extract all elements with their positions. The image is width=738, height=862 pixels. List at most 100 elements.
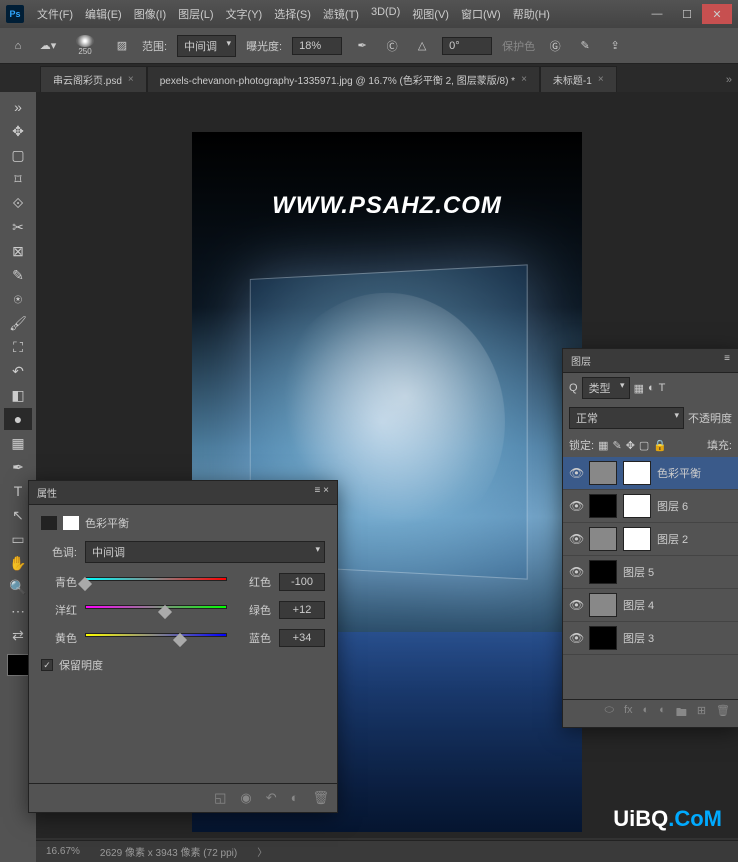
layer-row[interactable]: 👁 图层 3 bbox=[563, 622, 738, 655]
mask-add-icon[interactable]: ◐ bbox=[643, 704, 650, 723]
menu-image[interactable]: 图像(I) bbox=[129, 3, 171, 25]
share-icon[interactable]: ⇪ bbox=[605, 36, 625, 56]
layer-name[interactable]: 图层 4 bbox=[623, 597, 654, 613]
layer-thumbnail[interactable] bbox=[589, 560, 617, 584]
preserve-luminosity-checkbox[interactable]: ✓ bbox=[41, 659, 53, 671]
panel-menu-icon[interactable]: ≡ bbox=[724, 353, 730, 368]
lock-artboard-icon[interactable]: ▢ bbox=[639, 439, 649, 452]
doc-tab-1[interactable]: pexels-chevanon-photography-1335971.jpg … bbox=[147, 66, 540, 92]
adjustment-add-icon[interactable]: ◐ bbox=[659, 704, 666, 723]
layer-name[interactable]: 色彩平衡 bbox=[657, 465, 701, 481]
delete-layer-icon[interactable]: 🗑 bbox=[716, 704, 730, 723]
menu-select[interactable]: 选择(S) bbox=[269, 3, 316, 25]
layer-name[interactable]: 图层 2 bbox=[657, 531, 688, 547]
doc-tab-2[interactable]: 未标题-1× bbox=[540, 66, 617, 92]
layer-thumbnail[interactable] bbox=[589, 527, 617, 551]
reset-icon[interactable]: ↶ bbox=[266, 790, 277, 806]
menu-window[interactable]: 窗口(W) bbox=[456, 3, 506, 25]
slider-2[interactable] bbox=[85, 633, 227, 643]
minimize-button[interactable]: — bbox=[642, 4, 672, 24]
eyedropper-tool[interactable]: ✎ bbox=[4, 264, 32, 286]
slider-1[interactable] bbox=[85, 605, 227, 615]
close-icon[interactable]: × bbox=[598, 74, 604, 85]
delete-icon[interactable]: 🗑 bbox=[312, 790, 329, 806]
visibility-icon[interactable]: 👁 bbox=[569, 466, 583, 480]
layer-thumbnail[interactable] bbox=[589, 626, 617, 650]
lasso-tool[interactable]: ⌑ bbox=[4, 168, 32, 190]
close-icon[interactable]: × bbox=[521, 74, 527, 85]
link-icon[interactable]: ⬭ bbox=[605, 704, 614, 723]
blend-mode-dropdown[interactable]: 正常 bbox=[569, 407, 684, 429]
layer-mask-thumbnail[interactable] bbox=[623, 527, 651, 551]
move-tool[interactable]: ✥ bbox=[4, 120, 32, 142]
lock-paint-icon[interactable]: ✎ bbox=[612, 439, 621, 452]
fx-icon[interactable]: fx bbox=[624, 704, 633, 723]
filter-type-icon[interactable]: T bbox=[659, 382, 666, 394]
slider-value-field[interactable]: -100 bbox=[279, 573, 325, 591]
brush-preview[interactable]: 250 bbox=[68, 34, 102, 58]
search-icon[interactable]: Q bbox=[569, 382, 578, 394]
foreground-color[interactable] bbox=[7, 654, 29, 676]
layer-row[interactable]: 👁 色彩平衡 bbox=[563, 457, 738, 490]
slider-0[interactable] bbox=[85, 577, 227, 587]
clip-icon[interactable]: ◱ bbox=[214, 790, 226, 806]
panel-menu-icon[interactable]: ≡ × bbox=[315, 485, 329, 500]
close-button[interactable]: ✕ bbox=[702, 4, 732, 24]
layer-thumbnail[interactable] bbox=[589, 461, 617, 485]
tool-preset-icon[interactable]: ☁▾ bbox=[38, 36, 58, 56]
layer-thumbnail[interactable] bbox=[589, 593, 617, 617]
angle-field[interactable]: 0° bbox=[442, 37, 492, 55]
slider-value-field[interactable]: +34 bbox=[279, 629, 325, 647]
tone-dropdown[interactable]: 中间调 bbox=[85, 541, 325, 563]
slider-value-field[interactable]: +12 bbox=[279, 601, 325, 619]
layer-name[interactable]: 图层 3 bbox=[623, 630, 654, 646]
layer-mask-thumbnail[interactable] bbox=[623, 461, 651, 485]
layer-row[interactable]: 👁 图层 6 bbox=[563, 490, 738, 523]
visibility-icon[interactable]: 👁 bbox=[569, 532, 583, 546]
history-brush-tool[interactable]: ↶ bbox=[4, 360, 32, 382]
healing-tool[interactable]: ⍟ bbox=[4, 288, 32, 310]
menu-file[interactable]: 文件(F) bbox=[32, 3, 78, 25]
quick-select-tool[interactable]: ⟐ bbox=[4, 192, 32, 214]
filter-type-dropdown[interactable]: 类型 bbox=[582, 377, 630, 399]
exposure-field[interactable]: 18% bbox=[292, 37, 342, 55]
marquee-tool[interactable]: ▢ bbox=[4, 144, 32, 166]
close-icon[interactable]: × bbox=[128, 74, 134, 85]
pen-tool[interactable]: ✒ bbox=[4, 456, 32, 478]
layer-row[interactable]: 👁 图层 5 bbox=[563, 556, 738, 589]
menu-edit[interactable]: 编辑(E) bbox=[80, 3, 127, 25]
sym-icon[interactable]: ✎ bbox=[575, 36, 595, 56]
stamp-tool[interactable]: ⛶ bbox=[4, 336, 32, 358]
layer-name[interactable]: 图层 5 bbox=[623, 564, 654, 580]
toggle-vis-icon[interactable]: ◐ bbox=[291, 790, 299, 806]
gradient-tool[interactable]: ▦ bbox=[4, 432, 32, 454]
zoom-level[interactable]: 16.67% bbox=[46, 846, 80, 857]
visibility-icon[interactable]: 👁 bbox=[569, 598, 583, 612]
new-layer-icon[interactable]: ⊞ bbox=[697, 704, 706, 723]
expand-icon[interactable]: » bbox=[4, 96, 32, 118]
home-icon[interactable]: ⌂ bbox=[8, 36, 28, 56]
lock-transparent-icon[interactable]: ▦ bbox=[598, 439, 608, 452]
airbrush-icon[interactable]: ✒ bbox=[352, 36, 372, 56]
tab-overflow-icon[interactable]: » bbox=[720, 68, 738, 92]
lock-pos-icon[interactable]: ✥ bbox=[626, 439, 635, 452]
visibility-icon[interactable]: 👁 bbox=[569, 499, 583, 513]
layer-thumbnail[interactable] bbox=[589, 494, 617, 518]
doc-tab-0[interactable]: 串云阁彩页.psd× bbox=[40, 66, 147, 92]
brush-tool[interactable]: 🖌 bbox=[4, 312, 32, 334]
layer-name[interactable]: 图层 6 bbox=[657, 498, 688, 514]
crop-tool[interactable]: ✂ bbox=[4, 216, 32, 238]
menu-type[interactable]: 文字(Y) bbox=[221, 3, 268, 25]
protect-tone-label[interactable]: 保护色 bbox=[502, 38, 535, 54]
layer-row[interactable]: 👁 图层 4 bbox=[563, 589, 738, 622]
group-icon[interactable]: 🖿 bbox=[676, 704, 687, 723]
layer-mask-thumbnail[interactable] bbox=[623, 494, 651, 518]
pressure-icon[interactable]: Ⓒ bbox=[382, 36, 402, 56]
visibility-icon[interactable]: 👁 bbox=[569, 631, 583, 645]
frame-tool[interactable]: ⊠ bbox=[4, 240, 32, 262]
menu-layer[interactable]: 图层(L) bbox=[173, 3, 218, 25]
menu-filter[interactable]: 滤镜(T) bbox=[318, 3, 364, 25]
eraser-tool[interactable]: ◧ bbox=[4, 384, 32, 406]
dodge-tool[interactable]: ● bbox=[4, 408, 32, 430]
layer-row[interactable]: 👁 图层 2 bbox=[563, 523, 738, 556]
